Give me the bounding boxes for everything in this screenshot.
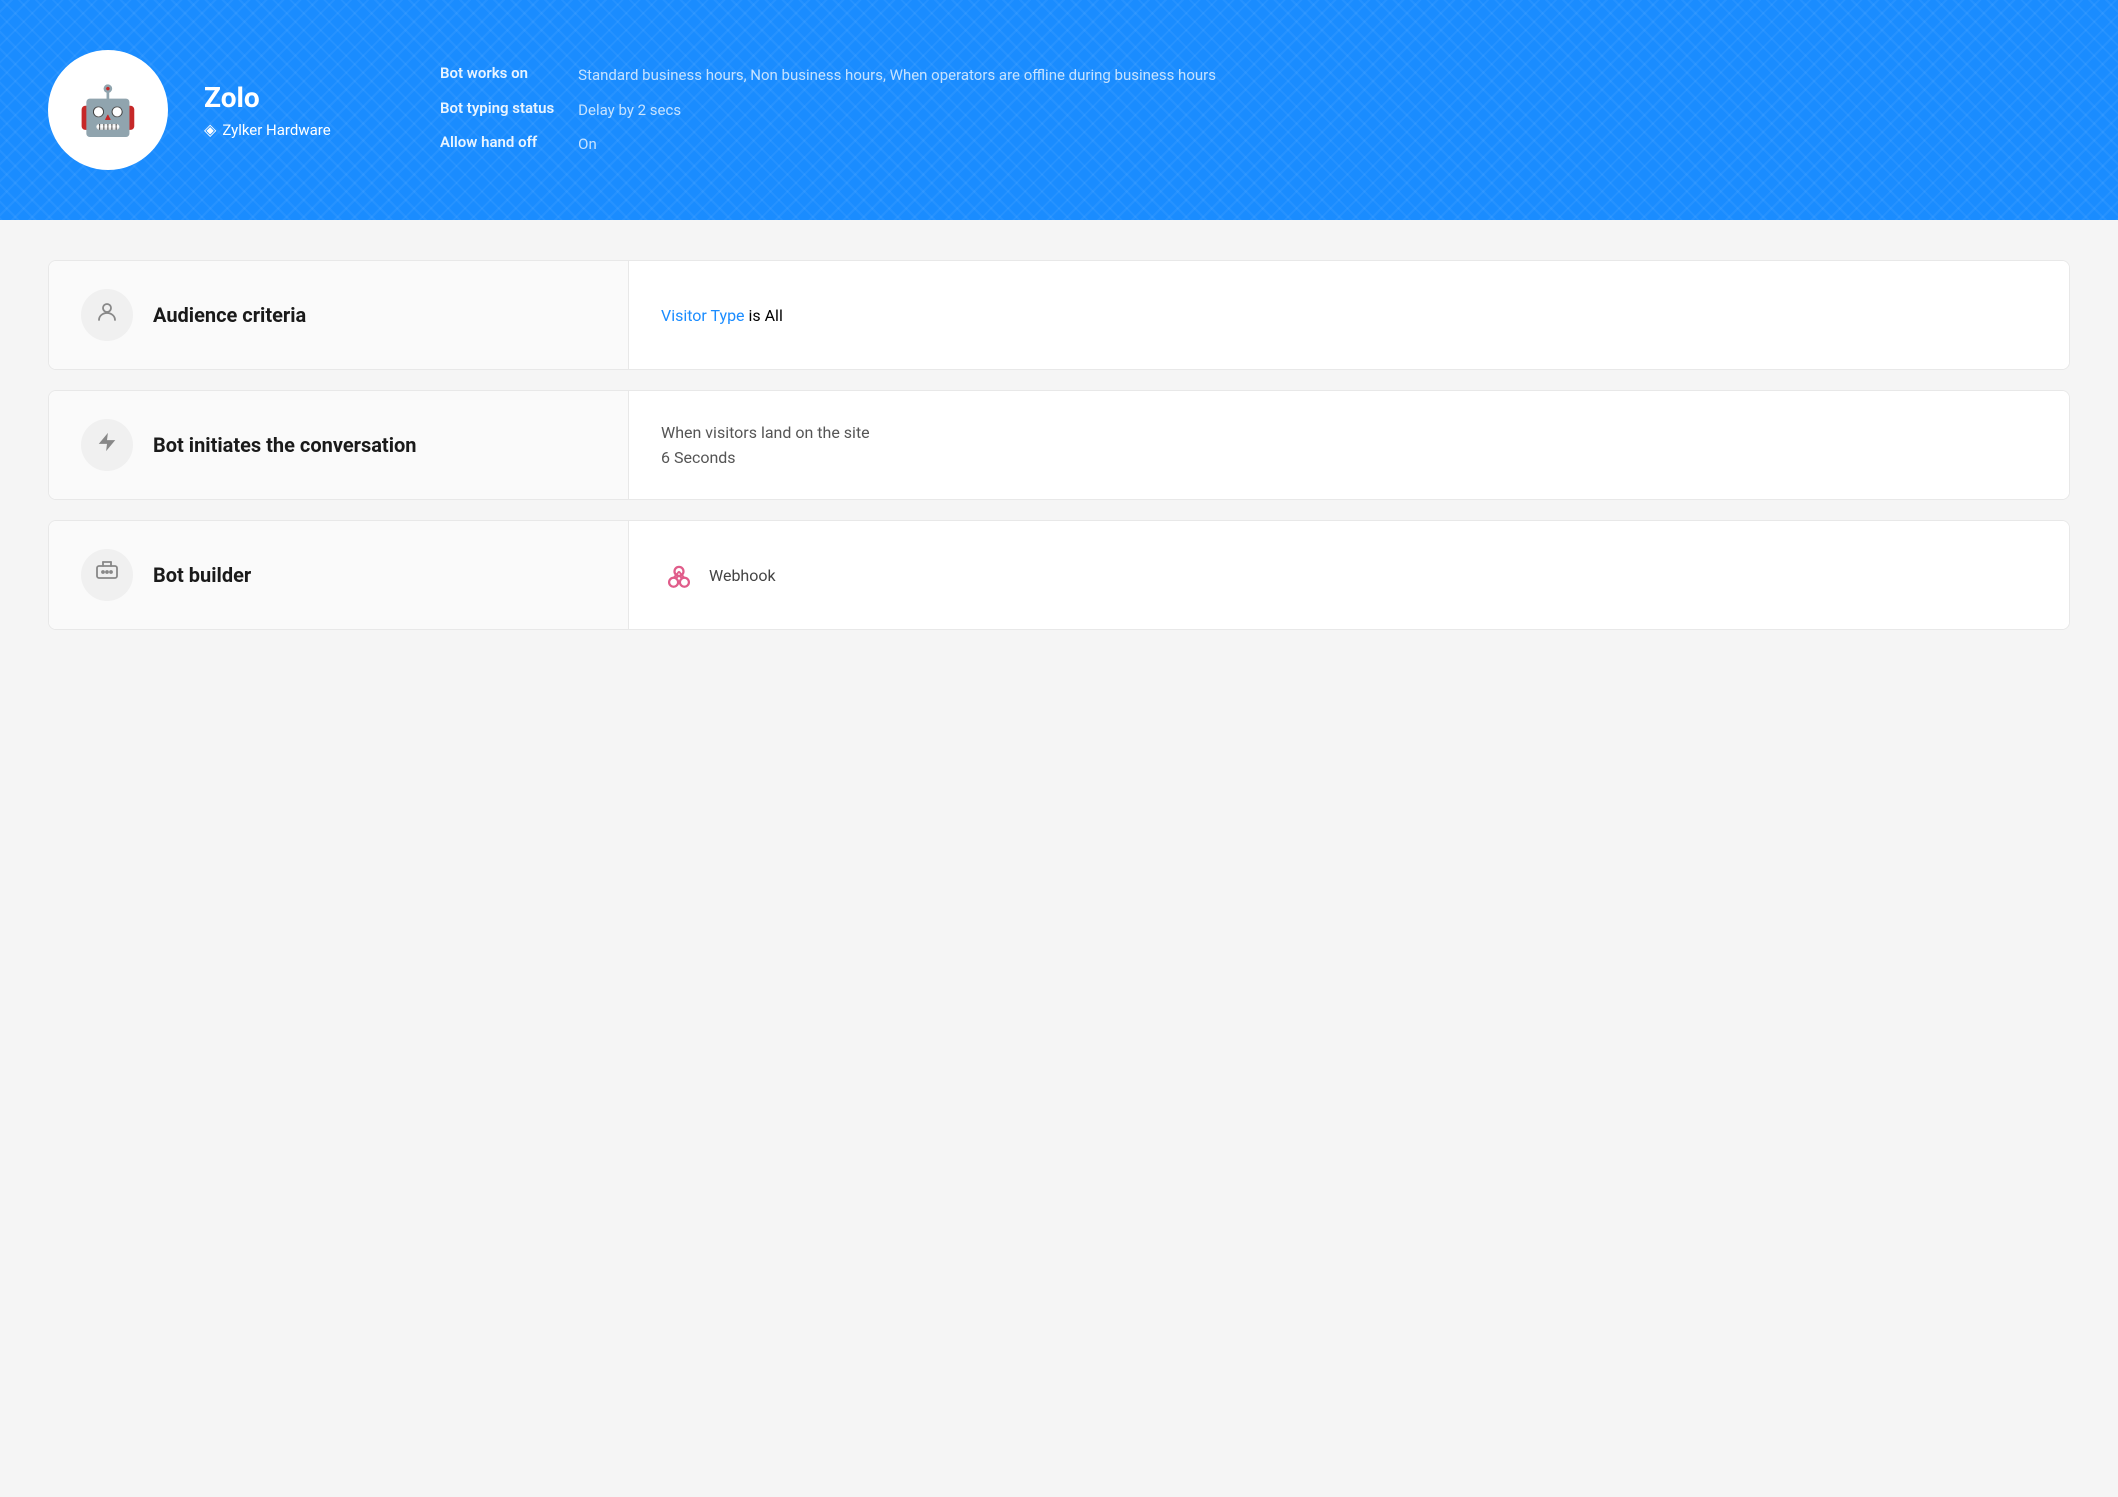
bot-builder-right: Webhook (629, 521, 2069, 629)
webhook-icon (661, 557, 697, 593)
bot-builder-icon (95, 560, 119, 590)
visitor-type-suffix: is All (745, 306, 783, 325)
bolt-icon (96, 431, 118, 459)
bot-builder-card: Bot builder Webhook (48, 520, 2070, 630)
bot-initiates-line2: 6 Seconds (661, 448, 870, 467)
header-details: Bot works on Standard business hours, No… (440, 64, 1216, 156)
bot-initiates-left: Bot initiates the conversation (49, 391, 629, 499)
audience-criteria-title: Audience criteria (153, 303, 306, 327)
bot-avatar-icon: 🤖 (78, 82, 138, 139)
bot-initiates-values: When visitors land on the site 6 Seconds (661, 423, 870, 467)
org-name: Zylker Hardware (222, 121, 330, 139)
webhook-row: Webhook (661, 557, 776, 593)
main-content: Audience criteria Visitor Type is All Bo… (0, 220, 2118, 670)
bot-builder-icon-wrapper (81, 549, 133, 601)
org-icon: ◈ (204, 120, 216, 139)
bot-name: Zolo (204, 81, 364, 114)
audience-criteria-card: Audience criteria Visitor Type is All (48, 260, 2070, 370)
audience-criteria-left: Audience criteria (49, 261, 629, 369)
person-icon (95, 300, 119, 330)
audience-criteria-right: Visitor Type is All (629, 261, 2069, 369)
bot-initiates-line1: When visitors land on the site (661, 423, 870, 442)
audience-criteria-icon-wrapper (81, 289, 133, 341)
bot-works-on-value: Standard business hours, Non business ho… (578, 64, 1216, 87)
bot-info: Zolo ◈ Zylker Hardware (204, 81, 364, 139)
bot-initiates-icon-wrapper (81, 419, 133, 471)
bot-typing-status-label: Bot typing status (440, 99, 554, 117)
allow-handoff-label: Allow hand off (440, 133, 554, 151)
header-section: 🤖 Zolo ◈ Zylker Hardware Bot works on St… (0, 0, 2118, 220)
bot-initiates-title: Bot initiates the conversation (153, 433, 417, 457)
bot-typing-status-value: Delay by 2 secs (578, 99, 1216, 122)
audience-criteria-value: Visitor Type is All (661, 306, 783, 325)
webhook-label: Webhook (709, 566, 776, 585)
bot-builder-left: Bot builder (49, 521, 629, 629)
allow-handoff-value: On (578, 133, 1216, 156)
bot-works-on-label: Bot works on (440, 64, 554, 82)
audience-criteria-text[interactable]: Visitor Type is All (661, 306, 783, 325)
bot-builder-title: Bot builder (153, 563, 251, 587)
bot-org-row: ◈ Zylker Hardware (204, 120, 364, 139)
bot-initiates-right: When visitors land on the site 6 Seconds (629, 391, 2069, 499)
visitor-type-link[interactable]: Visitor Type (661, 306, 745, 325)
bot-initiates-card: Bot initiates the conversation When visi… (48, 390, 2070, 500)
avatar: 🤖 (48, 50, 168, 170)
